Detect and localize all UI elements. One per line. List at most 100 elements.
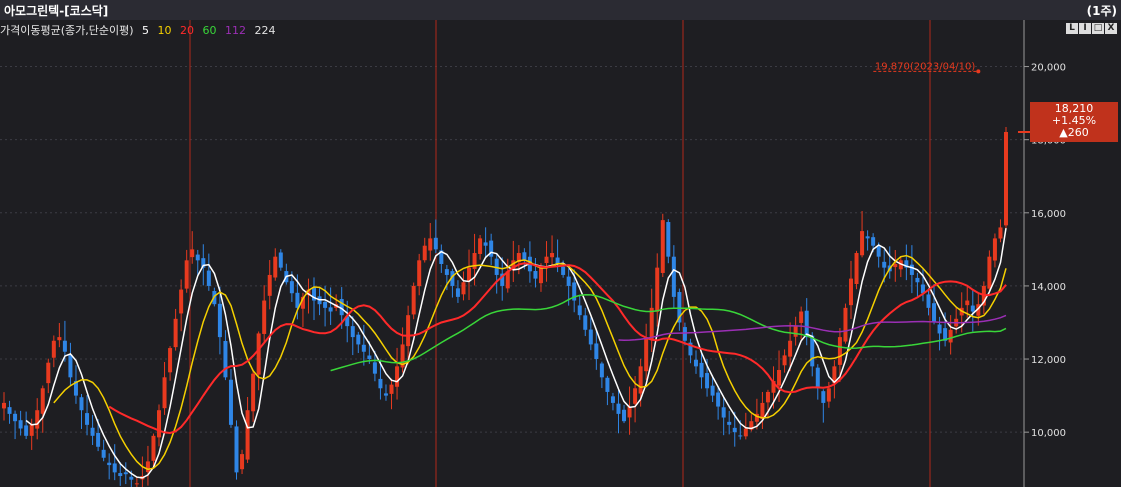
price-chart: 10,00012,00014,00016,00018,00020,00019,8… [0,20,1121,487]
candle-body [118,473,123,477]
maximize-button[interactable]: □ [1092,23,1104,34]
candle-body [57,337,62,341]
candle-body [467,267,472,281]
candle-body [998,227,1003,239]
candle-body [760,402,765,420]
indicator-legend[interactable]: 가격이동평균(종가,단순이평) 5 10 20 60 112 224 [0,22,281,38]
candle-body [821,391,826,403]
candle-body [522,252,527,261]
candle-body [926,294,931,308]
window-controls: L I □ X [1066,23,1117,34]
window-title: 아모그린텍-[코스닥] [4,4,109,18]
candle-body [455,288,460,297]
candle-body [638,366,643,394]
candle-body [223,340,228,378]
candle-body [843,307,848,342]
ma-period-112: 112 [225,24,247,37]
candle-body [788,340,793,357]
candle-body [107,462,112,466]
ma-period-10: 10 [157,24,172,37]
candle-body [533,270,538,279]
candle-body [793,326,798,337]
candle-body [51,340,56,358]
change-amount: ▲260 [1059,126,1089,139]
y-tick-label: 12,000 [1031,355,1066,366]
candle-body [644,337,649,372]
candle-body [987,256,992,289]
candle-body [909,264,914,275]
candle-body [134,483,139,485]
y-tick-label: 14,000 [1031,282,1066,293]
candle-body [406,315,411,347]
candle-body [328,307,333,312]
candle-body [605,377,610,392]
candle-body [395,366,400,387]
candle-body [251,373,256,412]
candle-body [173,318,178,348]
candle-body [622,409,627,422]
candle-body [157,410,162,438]
candle-body [24,425,29,436]
candle-body [206,270,211,286]
candle-body [876,245,881,257]
candle-body [633,388,638,404]
lock-button[interactable]: L [1066,23,1078,34]
candle-body [782,355,787,366]
candle-body [2,402,6,409]
candle-body [799,311,804,323]
candle-body [804,310,809,338]
candle-body [350,326,355,338]
y-tick-label: 20,000 [1031,63,1066,74]
candle-body [627,406,632,418]
ma-period-224: 224 [254,24,276,37]
candle-body [710,385,715,396]
candle-body [738,435,743,437]
candle-body [267,274,272,296]
candle-body [655,267,660,312]
candle-body [145,461,150,473]
candle-body [765,391,770,403]
candle-body [433,237,438,250]
candle-body [361,344,366,352]
candle-body [671,256,676,297]
candle-body [7,407,12,414]
candle-body [483,242,488,246]
candle-body [101,449,106,458]
current-price-tag: 18,210 +1.45% ▲260 [1030,102,1118,142]
candle-body [915,277,920,283]
candle-body [168,348,173,373]
ma-period-60: 60 [202,24,217,37]
candle-body [932,303,937,323]
candle-body [544,256,549,264]
candle-body [732,427,737,433]
candle-body [848,278,853,306]
candle-body [815,367,820,389]
info-button[interactable]: I [1079,23,1091,34]
candle-body [46,362,51,384]
candle-body [682,327,687,341]
candle-body [1004,132,1008,226]
candle-body [389,384,394,394]
period-label[interactable]: (1주) [1087,2,1117,19]
candle-body [865,236,870,239]
candle-body [588,329,593,345]
candle-body [90,427,95,436]
candle-body [62,340,67,352]
candle-body [68,354,73,378]
candle-body [649,307,654,340]
candle-body [743,428,748,437]
max-annotation-marker [976,69,981,74]
candle-body [854,253,859,285]
close-button[interactable]: X [1105,23,1117,34]
candle-body [721,407,726,418]
candle-body [860,231,865,256]
candle-body [112,463,117,473]
candle-body [882,261,887,268]
candle-body [937,324,942,334]
candle-body [948,329,953,343]
candle-body [837,337,842,365]
candle-body [965,300,970,306]
candle-body [323,301,328,308]
candle-body [594,343,599,360]
candle-body [195,254,200,261]
